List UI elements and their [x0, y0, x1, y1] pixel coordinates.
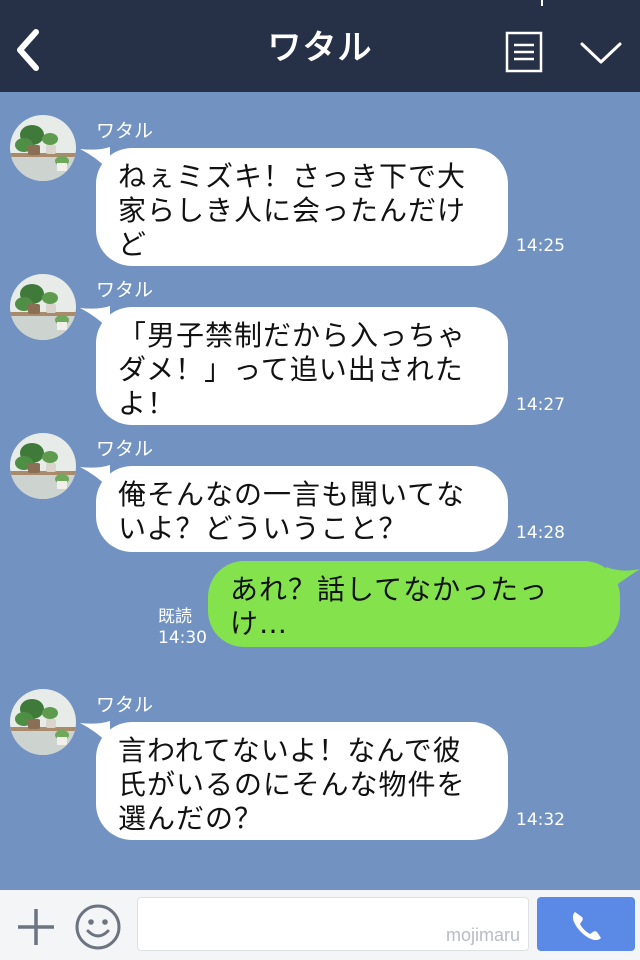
message-time: 14:30 [158, 628, 207, 648]
plant-avatar-icon [10, 689, 76, 755]
message-bubble[interactable]: 「男子禁制だから入っちゃダメ！」って追い出されたよ！ [96, 307, 508, 425]
list-icon [505, 31, 543, 73]
message-time: 14:27 [516, 395, 565, 415]
message-time: 14:32 [516, 810, 565, 830]
read-label: 既読 [158, 607, 192, 627]
sender-name: ワタル [96, 279, 154, 301]
status-bar-mark [541, 0, 543, 6]
phone-icon [572, 912, 601, 941]
message-bubble[interactable]: ねぇミズキ！さっき下で大家らしき人に会ったんだけど [96, 148, 508, 266]
chevron-left-icon [17, 29, 39, 71]
avatar[interactable] [10, 115, 76, 181]
input-bar: mojimaru [0, 890, 640, 960]
message-bubble[interactable]: 言われてないよ！なんで彼氏がいるのにそんな物件を選んだの？ [96, 722, 508, 840]
sender-name: ワタル [96, 694, 154, 716]
chevron-down-icon [580, 42, 622, 64]
message-input[interactable]: mojimaru [137, 897, 529, 951]
sender-name: ワタル [96, 438, 154, 460]
menu-button[interactable] [505, 31, 543, 73]
emoji-button[interactable] [74, 903, 122, 951]
message-bubble[interactable]: 俺そんなの一言も聞いてないよ？どういうこと？ [96, 466, 508, 552]
back-button[interactable] [10, 26, 50, 74]
collapse-button[interactable] [578, 38, 624, 68]
chat-header: ワタル [0, 0, 640, 92]
avatar[interactable] [10, 433, 76, 499]
plant-avatar-icon [10, 274, 76, 340]
call-button[interactable] [537, 897, 635, 951]
message-bubble[interactable]: あれ？話してなかったっけ… [208, 561, 620, 647]
plant-avatar-icon [10, 115, 76, 181]
plus-icon [18, 909, 54, 945]
chat-title: ワタル [267, 28, 373, 68]
message-time: 14:28 [516, 523, 565, 543]
watermark: mojimaru [445, 925, 520, 945]
plant-avatar-icon [10, 433, 76, 499]
avatar[interactable] [10, 274, 76, 340]
emoji-icon [75, 904, 121, 950]
sender-name: ワタル [96, 120, 154, 142]
read-receipt: 既読 14:30 [158, 607, 207, 649]
avatar[interactable] [10, 689, 76, 755]
add-button[interactable] [16, 907, 56, 947]
message-time: 14:25 [516, 236, 565, 256]
